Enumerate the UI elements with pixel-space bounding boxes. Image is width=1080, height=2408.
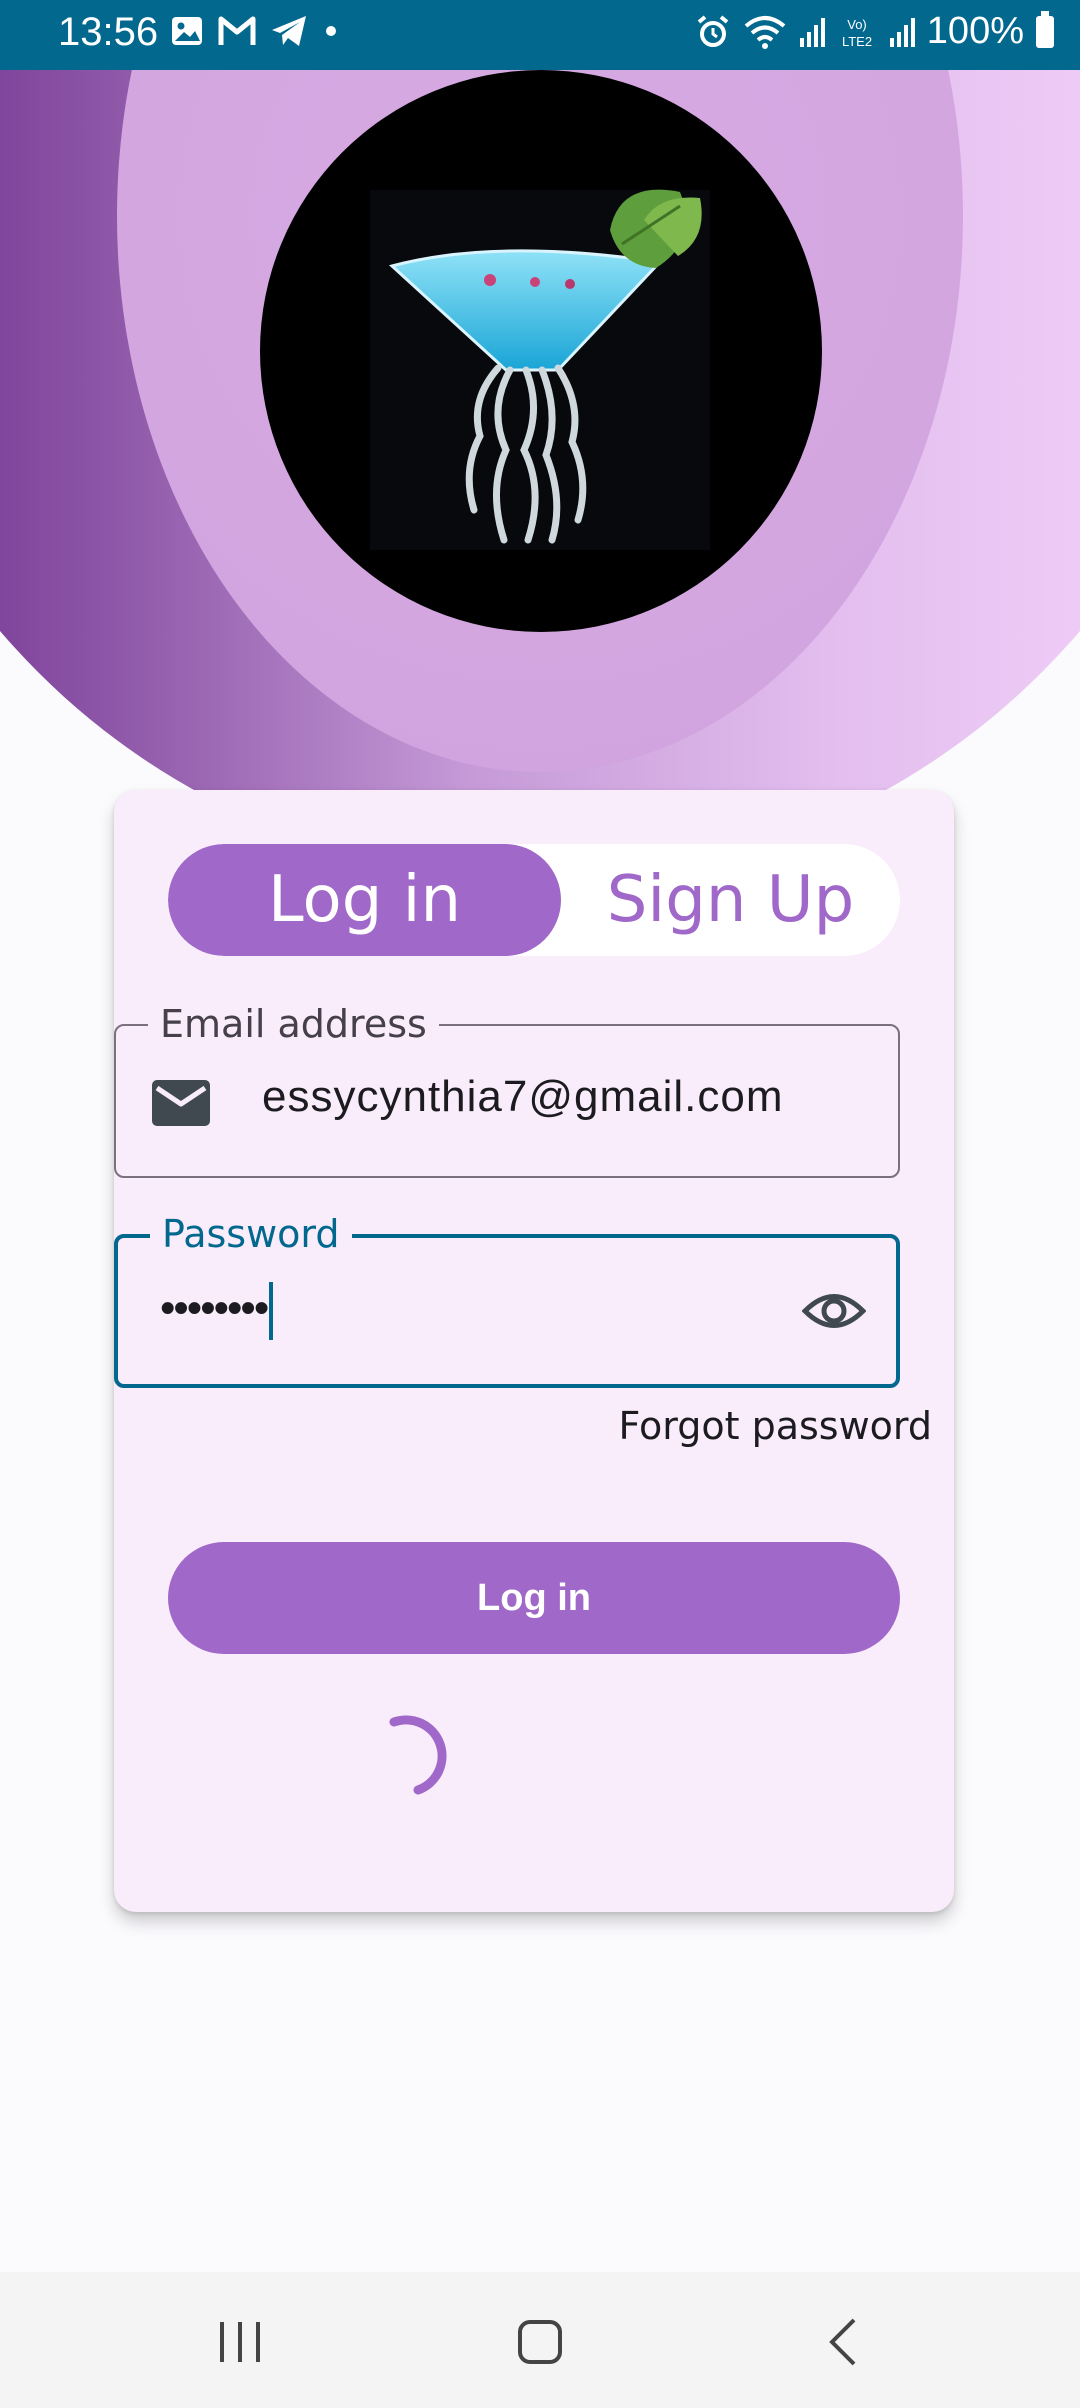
eye-icon[interactable] [802, 1288, 866, 1334]
alarm-icon [697, 14, 729, 47]
battery-icon [1036, 10, 1054, 48]
text-caret [269, 1282, 274, 1340]
wifi-icon [744, 15, 786, 49]
navigation-bar [0, 2272, 1080, 2408]
email-label: Email address [148, 1002, 439, 1046]
status-bar: 13:56 Vo) LTE2 100% [0, 0, 1080, 70]
svg-text:LTE2: LTE2 [842, 34, 872, 49]
auth-tabs: Log in Sign Up [168, 844, 900, 956]
cocktail-image [260, 70, 822, 632]
login-button[interactable]: Log in [168, 1542, 900, 1654]
battery-percent: 100% [926, 10, 1024, 52]
recents-icon[interactable] [210, 2312, 270, 2372]
dot-icon [326, 26, 336, 36]
back-icon[interactable] [814, 2312, 874, 2372]
login-card: Log in Sign Up Email address essycynthia… [114, 790, 954, 1912]
password-label: Password [150, 1212, 352, 1256]
home-icon[interactable] [510, 2312, 570, 2372]
email-field[interactable]: Email address essycynthia7@gmail.com [114, 1002, 900, 1178]
signal-icon [799, 17, 825, 47]
loading-spinner [389, 1715, 447, 1795]
telegram-icon [272, 16, 306, 46]
email-value: essycynthia7@gmail.com [262, 1072, 784, 1121]
mail-icon [152, 1080, 210, 1126]
password-field[interactable]: Password •••••••• [114, 1212, 900, 1388]
forgot-password-link[interactable]: Forgot password [619, 1404, 932, 1448]
gallery-icon [172, 17, 202, 45]
tab-signup[interactable]: Sign Up [561, 844, 900, 956]
svg-text:Vo): Vo) [847, 17, 867, 32]
signal-icon [889, 17, 915, 47]
status-time: 13:56 [58, 10, 159, 54]
password-value: •••••••• [160, 1282, 274, 1340]
tab-login[interactable]: Log in [168, 844, 561, 956]
gmail-icon [218, 16, 256, 45]
volte-icon: Vo) LTE2 [842, 17, 872, 49]
